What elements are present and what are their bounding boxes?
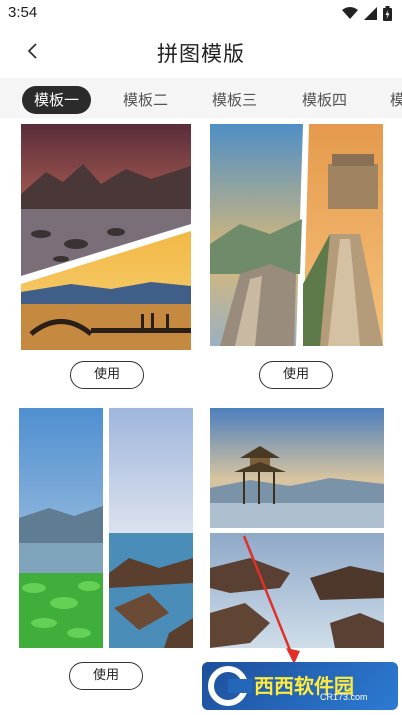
signal-icon	[364, 7, 377, 20]
collage-preview-image	[210, 124, 383, 346]
tab-template-4[interactable]: 模板四	[302, 86, 347, 114]
collage-preview-image	[21, 124, 191, 350]
template-card-1: 使用	[0, 118, 201, 398]
template-thumbnail[interactable]	[210, 124, 383, 346]
page-title: 拼图模版	[157, 42, 245, 66]
use-button[interactable]: 使用	[69, 662, 143, 690]
wifi-icon	[342, 7, 358, 19]
tab-template-1[interactable]: 模板一	[22, 86, 92, 114]
use-button[interactable]: 使用	[70, 361, 144, 389]
status-time: 3:54	[8, 4, 38, 21]
watermark-url: CR173.com	[320, 692, 368, 702]
watermark-logo: 西西软件园 CR173.com	[202, 662, 398, 710]
collage-preview-image	[19, 408, 193, 648]
status-icons	[342, 6, 392, 21]
template-thumbnail[interactable]	[19, 408, 193, 648]
battery-icon	[383, 6, 392, 21]
template-card-3	[0, 400, 201, 700]
template-tabs: 模板一 模板二 模板三 模板四 模	[0, 84, 402, 116]
template-grid: 使用 使用	[0, 118, 402, 715]
status-bar: 3:54	[0, 0, 402, 26]
tab-template-2[interactable]: 模板二	[123, 86, 168, 114]
use-button[interactable]: 使用	[259, 361, 333, 389]
cr-logo-icon	[208, 666, 252, 706]
collage-preview-image	[210, 408, 384, 648]
template-thumbnail[interactable]	[210, 408, 384, 648]
template-thumbnail[interactable]	[21, 124, 191, 350]
template-card-4	[201, 400, 402, 700]
tab-template-5[interactable]: 模	[390, 86, 402, 114]
header-bar: 拼图模版	[0, 26, 402, 78]
tab-template-3[interactable]: 模板三	[212, 86, 257, 114]
template-card-2: 使用	[201, 118, 402, 398]
